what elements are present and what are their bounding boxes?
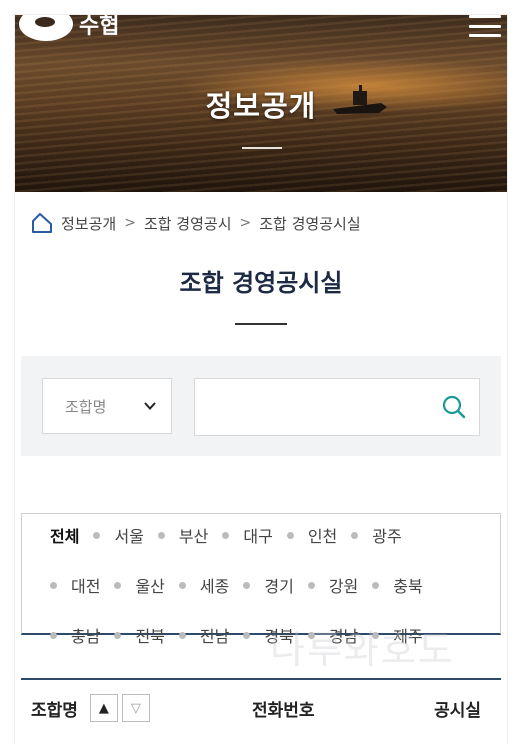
hero-title: 정보공개 (205, 89, 317, 123)
chevron-down-icon (144, 402, 156, 410)
region-label: 경기 (264, 577, 294, 596)
breadcrumb-separator: > (124, 215, 136, 231)
watermark-text: 나루와호도 (270, 628, 455, 672)
union-name-select[interactable]: 조합명 (42, 378, 172, 434)
bullet-dot-icon (114, 631, 122, 639)
title-divider (235, 323, 287, 325)
region-item[interactable]: 울산 (114, 576, 165, 596)
region-item[interactable]: 전북 (114, 626, 165, 646)
breadcrumb: 정보공개 > 조합 경영공시 > 조합 경영공시실 (31, 212, 361, 234)
breadcrumb-item-current[interactable]: 조합 경영공시실 (259, 213, 360, 234)
region-label: 충남 (71, 627, 101, 646)
region-item[interactable]: 충북 (372, 576, 423, 596)
region-label: 대전 (71, 577, 101, 596)
region-item[interactable]: 인천 (286, 526, 338, 546)
hero-banner: 수협 정보공개 (15, 15, 507, 192)
bullet-dot-icon (372, 581, 380, 589)
region-label: 전남 (199, 627, 230, 646)
bullet-dot-icon (307, 581, 315, 589)
search-panel: 조합명 (21, 356, 501, 456)
hamburger-menu-icon[interactable] (469, 15, 501, 37)
region-label: 전북 (135, 627, 165, 646)
search-input[interactable] (194, 378, 480, 436)
breadcrumb-item-management[interactable]: 조합 경영공시 (144, 213, 232, 234)
page: 수협 정보공개 정보공개 > 조합 경영공시 > 조합 경영공시실 조합 경영공… (15, 15, 507, 744)
region-item[interactable]: 충남 (50, 626, 101, 646)
bullet-dot-icon (50, 581, 57, 589)
region-item[interactable]: 강원 (307, 576, 359, 596)
select-value: 조합명 (65, 397, 107, 416)
bullet-dot-icon (351, 531, 359, 539)
column-union-name: 조합명 (31, 700, 78, 721)
bullet-dot-icon (178, 631, 186, 639)
region-item[interactable]: 세종 (178, 576, 230, 596)
region-item[interactable]: 광주 (351, 526, 402, 546)
page-title: 조합 경영공시실 (179, 269, 343, 297)
breadcrumb-separator: > (239, 215, 252, 231)
region-item[interactable]: 대전 (50, 576, 101, 596)
home-icon[interactable] (31, 212, 53, 234)
region-label: 세종 (199, 577, 230, 596)
bullet-dot-icon (243, 631, 251, 639)
bullet-dot-icon (243, 581, 251, 589)
hero-divider (242, 147, 282, 149)
region-label: 전체 (50, 527, 80, 546)
region-label: 서울 (114, 527, 144, 546)
column-phone: 전화번호 (252, 700, 315, 721)
bullet-dot-icon (222, 531, 230, 539)
logo-mark-icon (19, 15, 73, 41)
region-item[interactable]: 전남 (178, 626, 230, 646)
sort-ascending-button[interactable]: ▲ (89, 694, 118, 722)
region-label: 인천 (307, 527, 338, 546)
region-item[interactable]: 대구 (222, 526, 273, 546)
table-header: 조합명 ▲ ▽ 전화번호 공시실 (21, 678, 501, 736)
breadcrumb-item-info[interactable]: 정보공개 (61, 213, 116, 234)
bullet-dot-icon (286, 531, 294, 539)
region-label: 강원 (328, 577, 359, 596)
bullet-dot-icon (157, 531, 165, 539)
bullet-dot-icon (93, 531, 101, 539)
bullet-dot-icon (114, 581, 122, 589)
region-label: 부산 (178, 527, 209, 546)
search-icon[interactable] (441, 394, 467, 420)
region-label: 광주 (372, 527, 402, 546)
region-item[interactable]: 전체 (50, 526, 80, 546)
logo-text: 수협 (79, 15, 120, 39)
region-filter: 전체 서울 부산 대구 인천 광주 대전 울산 세종 경기 강원 충북 충남 전북 전남 경북 경남 제주 (21, 513, 501, 646)
column-disclosure: 공시실 (434, 700, 481, 721)
region-label: 울산 (135, 577, 165, 596)
region-label: 충북 (393, 577, 423, 596)
bullet-dot-icon (50, 631, 57, 639)
bullet-dot-icon (178, 581, 186, 589)
logo[interactable]: 수협 (19, 15, 119, 41)
region-item[interactable]: 경기 (243, 576, 294, 596)
region-item[interactable]: 서울 (93, 526, 144, 546)
sort-descending-button[interactable]: ▽ (121, 694, 150, 722)
region-item[interactable]: 부산 (157, 526, 209, 546)
region-label: 대구 (243, 527, 273, 546)
